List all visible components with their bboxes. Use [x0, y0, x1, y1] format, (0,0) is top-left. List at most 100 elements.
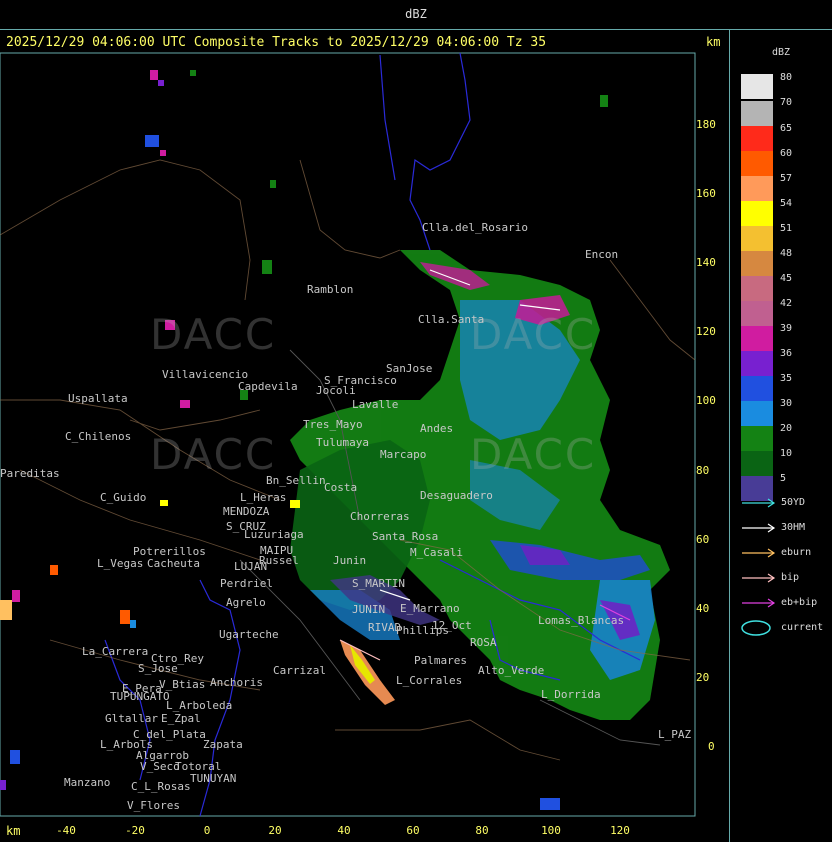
place-label: L_Heras: [240, 491, 287, 504]
place-label: Anchoris: [210, 676, 263, 689]
legend-swatch: [741, 451, 773, 476]
place-label: Ugarteche: [219, 628, 279, 641]
legend-swatch: [741, 226, 773, 251]
place-label: C_L_Rosas: [131, 780, 191, 793]
place-label: Chorreras: [350, 510, 410, 523]
y-tick-label: 0: [708, 740, 715, 753]
legend-level-label: 45: [780, 273, 793, 284]
watermark-dacc: DACC: [470, 430, 597, 479]
place-label: Capdevila: [238, 380, 298, 393]
place-label: Villavicencio: [162, 368, 249, 381]
y-axis-unit: km: [706, 35, 721, 49]
track-label: 50YD: [781, 497, 806, 508]
legend-swatch: [741, 301, 773, 326]
place-label: Uspallata: [68, 392, 128, 405]
legend-level-label: 80: [780, 72, 793, 83]
legend-level-label: 36: [780, 348, 793, 359]
y-tick-label: 160: [696, 187, 716, 200]
track-label: 30HM: [781, 522, 806, 533]
place-label: Totoral: [175, 760, 222, 773]
legend-level-label: 10: [780, 448, 793, 459]
x-tick-label: -40: [56, 824, 76, 837]
x-tick-label: 80: [475, 824, 489, 837]
legend-level-label: 30: [780, 398, 793, 409]
place-label: 12_Oct: [432, 619, 472, 632]
place-label: TUPUNGATO: [110, 690, 170, 703]
x-axis-unit: km: [6, 824, 21, 838]
y-tick-label: 60: [696, 533, 710, 546]
legend-level-label: 39: [780, 323, 793, 334]
place-label: Desaguadero: [420, 489, 493, 502]
x-tick-label: 60: [406, 824, 420, 837]
track-label: eb+bip: [781, 597, 818, 608]
legend-level-label: 5: [780, 473, 787, 484]
place-label: L_Arboleda: [166, 699, 233, 712]
place-label: Alto_Verde: [478, 664, 545, 677]
legend-level-label: 65: [780, 123, 793, 134]
legend-level-label: 48: [780, 248, 793, 259]
place-label: Costa: [324, 481, 358, 494]
place-label: Andes: [420, 422, 454, 435]
composite-title: 2025/12/29 04:06:00 UTC Composite Tracks…: [6, 35, 547, 50]
place-label: Clla.Santa: [418, 313, 485, 326]
x-tick-label: 100: [541, 824, 561, 837]
track-label: current: [781, 622, 824, 633]
place-label: LUJAN: [234, 560, 268, 573]
place-label: Gltallar: [105, 712, 158, 725]
y-tick-label: 40: [696, 602, 710, 615]
legend-swatch: [741, 151, 773, 176]
legend-level-label: 57: [780, 173, 793, 184]
y-tick-label: 80: [696, 464, 710, 477]
place-label: Clla.del_Rosario: [422, 221, 528, 234]
place-label: L_Corrales: [396, 674, 463, 687]
place-label: Encon: [585, 248, 619, 261]
legend-level-label: 20: [780, 423, 793, 434]
watermark-dacc: DACC: [470, 310, 597, 359]
place-label: Carrizal: [273, 664, 326, 677]
y-tick-label: 120: [696, 325, 716, 338]
track-label: eburn: [781, 547, 812, 558]
place-label: S_MARTIN: [352, 577, 405, 590]
y-tick-label: 180: [696, 118, 716, 131]
place-label: Marcapo: [380, 448, 427, 461]
place-label: Bn_Sellin: [266, 474, 326, 487]
place-label: Zapata: [203, 738, 243, 751]
legend-swatch: [741, 74, 773, 99]
place-label: Agrelo: [226, 596, 266, 609]
legend-swatch: [741, 176, 773, 201]
place-label: MENDOZA: [223, 505, 270, 518]
place-label: Perdriel: [220, 577, 273, 590]
x-tick-label: 20: [268, 824, 282, 837]
x-tick-label: 40: [337, 824, 351, 837]
place-label: M_Casali: [410, 546, 463, 559]
legend-level-label: 70: [780, 97, 793, 108]
place-label: C_del_Plata: [133, 728, 206, 741]
track-label: bip: [781, 572, 800, 583]
place-label: Lomas_Blancas: [538, 614, 625, 627]
place-label: L_Dorrida: [541, 688, 601, 701]
place-label: ROSA: [470, 636, 497, 649]
legend-swatch: [741, 276, 773, 301]
legend-level-label: 51: [780, 223, 793, 234]
place-label: Palmares: [414, 654, 467, 667]
x-tick-label: 0: [203, 824, 211, 837]
legend-level-label: 54: [780, 198, 793, 209]
y-tick-label: 140: [696, 256, 716, 269]
place-label: Ramblon: [307, 283, 354, 296]
watermark-dacc: DACC: [150, 310, 277, 359]
place-label: Pareditas: [0, 467, 60, 480]
legend-swatch: [741, 126, 773, 151]
legend-swatch: [741, 201, 773, 226]
place-label: V_Flores: [127, 799, 180, 812]
legend-swatch: [741, 351, 773, 376]
y-tick-label: 20: [696, 671, 710, 684]
place-label: S_Jose: [138, 662, 178, 675]
legend-swatch: [741, 376, 773, 401]
current-ellipse: [741, 620, 771, 636]
place-label: Junin: [333, 554, 367, 567]
legend-swatch: [741, 401, 773, 426]
x-tick-label: -20: [125, 824, 145, 837]
place-label: L_PAZ: [658, 728, 692, 741]
legend-level-label: 42: [780, 298, 793, 309]
place-label: C_Guido: [100, 491, 147, 504]
